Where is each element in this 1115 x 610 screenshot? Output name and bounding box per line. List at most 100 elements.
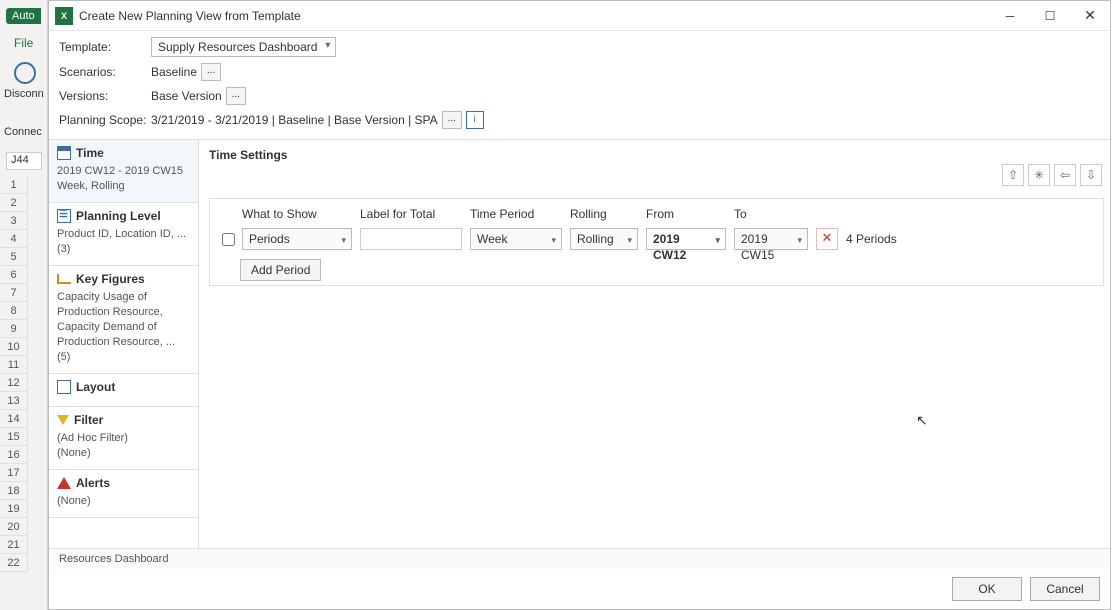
dialog-footer: OK Cancel	[49, 569, 1110, 609]
row-header[interactable]: 12	[0, 374, 28, 392]
sidebar-item-filter[interactable]: Filter (Ad Hoc Filter) (None)	[49, 407, 198, 470]
move-top-button[interactable]: ⇧	[1002, 164, 1024, 186]
versions-value: Base Version	[151, 89, 222, 103]
cancel-button[interactable]: Cancel	[1030, 577, 1100, 601]
sidebar-item-time[interactable]: Time 2019 CW12 - 2019 CW15 Week, Rolling	[49, 140, 198, 203]
row-header[interactable]: 2	[0, 194, 28, 212]
row-header[interactable]: 5	[0, 248, 28, 266]
table-row: Periods Week Rolling 2019 CW12 2019 CW15…	[214, 225, 1099, 253]
row-header[interactable]: 13	[0, 392, 28, 410]
label-total-input[interactable]	[360, 228, 462, 250]
sidebar-item-key-figures[interactable]: Key Figures Capacity Usage of Production…	[49, 266, 198, 374]
row-header[interactable]: 1	[0, 176, 28, 194]
scope-value: 3/21/2019 - 3/21/2019 | Baseline | Base …	[151, 113, 438, 127]
scenarios-browse-button[interactable]: ...	[201, 63, 221, 81]
row-header[interactable]: 9	[0, 320, 28, 338]
move-down-button[interactable]: ⇩	[1080, 164, 1102, 186]
row-header[interactable]: 8	[0, 302, 28, 320]
key-figures-icon	[57, 274, 71, 284]
row-header[interactable]: 3	[0, 212, 28, 230]
header-settings: Template: Supply Resources Dashboard Sce…	[49, 31, 1110, 139]
mouse-cursor-icon: ↖	[916, 412, 928, 429]
file-tab[interactable]: File	[14, 36, 33, 50]
dialog-title: Create New Planning View from Template	[79, 9, 990, 23]
row-toolbar: ⇧ ✳ ⇦ ⇩	[1002, 164, 1102, 186]
col-time-period: Time Period	[466, 203, 566, 225]
scenarios-value: Baseline	[151, 65, 197, 79]
time-grid: What to Show Label for Total Time Period…	[209, 198, 1104, 286]
alerts-icon	[57, 477, 71, 489]
level-icon	[57, 209, 71, 223]
sidebar-item-alerts[interactable]: Alerts (None)	[49, 470, 198, 518]
row-header[interactable]: 14	[0, 410, 28, 428]
close-button[interactable]: ✕	[1070, 2, 1110, 30]
row-header[interactable]: 21	[0, 536, 28, 554]
scope-browse-button[interactable]: ...	[442, 111, 462, 129]
add-period-button[interactable]: Add Period	[240, 259, 321, 281]
template-select[interactable]: Supply Resources Dashboard	[151, 37, 336, 57]
dialog-titlebar: X Create New Planning View from Template…	[49, 1, 1110, 31]
col-rolling: Rolling	[566, 203, 642, 225]
col-label-total: Label for Total	[356, 203, 466, 225]
minimize-button[interactable]: ─	[990, 2, 1030, 30]
period-count-label: 4 Periods	[846, 232, 897, 246]
row-header[interactable]: 6	[0, 266, 28, 284]
col-count	[842, 203, 1099, 225]
sidebar-level-line2: (3)	[57, 242, 190, 257]
what-to-show-select[interactable]: Periods	[242, 228, 352, 250]
sidebar-alerts-title: Alerts	[76, 476, 110, 490]
versions-browse-button[interactable]: ...	[226, 87, 246, 105]
row-select-checkbox[interactable]	[222, 233, 235, 246]
excel-name-box[interactable]: J44	[6, 152, 42, 170]
row-header[interactable]: 18	[0, 482, 28, 500]
scenarios-label: Scenarios:	[59, 65, 151, 79]
to-select[interactable]: 2019 CW15	[734, 228, 808, 250]
disconnect-icon[interactable]	[14, 62, 36, 84]
row-header[interactable]: 7	[0, 284, 28, 302]
sidebar-item-layout[interactable]: Layout	[49, 374, 198, 407]
sidebar-time-line2: Week, Rolling	[57, 179, 190, 194]
panel-title: Time Settings	[209, 148, 1104, 162]
sidebar-key-line1: Capacity Usage of Production Resource, C…	[57, 290, 190, 365]
planning-view-dialog: X Create New Planning View from Template…	[48, 0, 1111, 610]
time-settings-panel: Time Settings ⇧ ✳ ⇦ ⇩ What to Show	[199, 140, 1110, 548]
delete-row-button[interactable]: ✕	[816, 228, 838, 250]
excel-row-headers: 12345678910111213141516171819202122	[0, 176, 28, 572]
row-header[interactable]: 20	[0, 518, 28, 536]
sheet-tab[interactable]: Resources Dashboard	[49, 548, 1110, 569]
row-header[interactable]: 19	[0, 500, 28, 518]
sidebar-time-title: Time	[76, 146, 104, 160]
row-header[interactable]: 22	[0, 554, 28, 572]
time-period-select[interactable]: Week	[470, 228, 562, 250]
sidebar-alerts-line1: (None)	[57, 494, 190, 509]
filter-icon	[57, 415, 69, 425]
excel-logo-icon: X	[55, 7, 73, 25]
sidebar-key-title: Key Figures	[76, 272, 145, 286]
calendar-icon	[57, 146, 71, 160]
row-header[interactable]: 15	[0, 428, 28, 446]
sidebar-filter-line1: (Ad Hoc Filter)	[57, 431, 190, 446]
reset-button[interactable]: ✳	[1028, 164, 1050, 186]
sidebar-item-planning-level[interactable]: Planning Level Product ID, Location ID, …	[49, 203, 198, 266]
sidebar-level-line1: Product ID, Location ID, ...	[57, 227, 190, 242]
sidebar-layout-title: Layout	[76, 380, 115, 394]
template-label: Template:	[59, 40, 151, 54]
row-header[interactable]: 17	[0, 464, 28, 482]
from-select[interactable]: 2019 CW12	[646, 228, 726, 250]
sidebar-filter-line2: (None)	[57, 446, 190, 461]
row-header[interactable]: 4	[0, 230, 28, 248]
rolling-select[interactable]: Rolling	[570, 228, 638, 250]
sidebar-filter-title: Filter	[74, 413, 103, 427]
row-header[interactable]: 11	[0, 356, 28, 374]
ok-button[interactable]: OK	[952, 577, 1022, 601]
row-header[interactable]: 10	[0, 338, 28, 356]
col-to: To	[730, 203, 812, 225]
connect-label: Connec	[4, 126, 42, 138]
maximize-button[interactable]: ☐	[1030, 2, 1070, 30]
versions-label: Versions:	[59, 89, 151, 103]
move-up-button[interactable]: ⇦	[1054, 164, 1076, 186]
scope-label: Planning Scope:	[59, 113, 151, 127]
col-from: From	[642, 203, 730, 225]
scope-info-button[interactable]: i	[466, 111, 484, 129]
row-header[interactable]: 16	[0, 446, 28, 464]
